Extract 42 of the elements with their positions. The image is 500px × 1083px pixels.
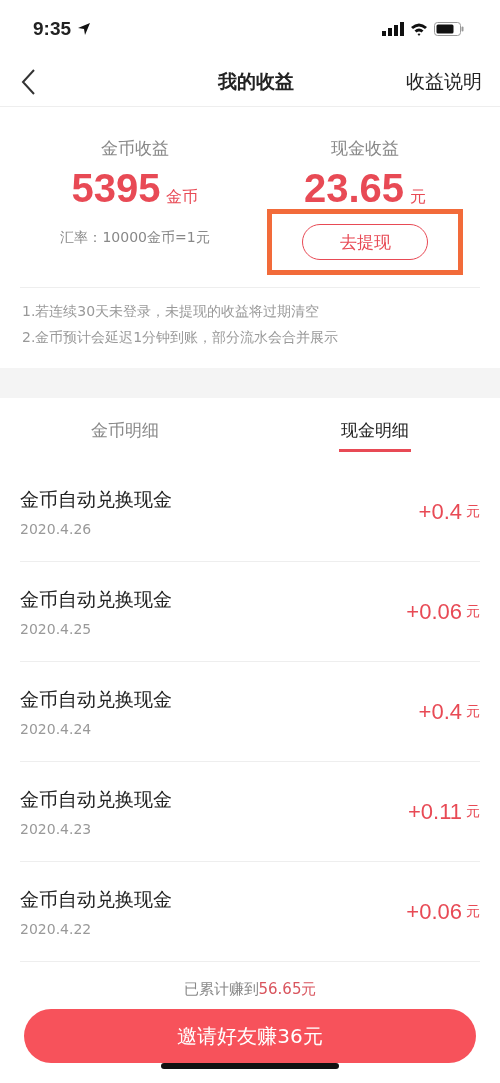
back-icon[interactable] bbox=[20, 68, 36, 96]
transaction-date: 2020.4.23 bbox=[20, 820, 93, 837]
signal-icon bbox=[382, 22, 404, 36]
earnings-unit: 金币 bbox=[166, 187, 199, 208]
transaction-unit: 元 bbox=[466, 802, 480, 821]
notice-text: 1.若连续30天未登录，未提现的收益将过期清空 bbox=[22, 302, 321, 321]
transaction-date: 2020.4.26 bbox=[20, 520, 93, 537]
tab[interactable]: 金币明细 bbox=[89, 412, 161, 452]
transaction-unit: 元 bbox=[466, 902, 480, 921]
earnings-label: 金币收益 bbox=[101, 137, 169, 160]
transaction-title: 金币自动兑换现金 bbox=[20, 886, 173, 912]
transaction-amount: +0.06 bbox=[406, 898, 462, 925]
tab[interactable]: 现金明细 bbox=[339, 412, 411, 452]
location-arrow-icon bbox=[77, 22, 92, 36]
earnings-label: 现金收益 bbox=[331, 137, 399, 160]
withdraw-button[interactable]: 去提现 bbox=[302, 224, 428, 260]
transaction-title: 金币自动兑换现金 bbox=[20, 486, 173, 512]
transaction-date: 2020.4.25 bbox=[20, 620, 93, 637]
exchange-rate: 汇率：10000金币=1元 bbox=[60, 229, 210, 247]
total-earned-text: 已累计赚到56.65元 bbox=[183, 980, 317, 999]
earnings-info-link[interactable]: 收益说明 bbox=[406, 69, 482, 95]
earnings-amount: 23.65 bbox=[303, 166, 405, 211]
transaction-unit: 元 bbox=[466, 602, 480, 621]
status-time: 9:35 bbox=[33, 18, 72, 40]
notice-text: 2.金币预计会延迟1分钟到账，部分流水会合并展示 bbox=[22, 328, 340, 347]
transaction-date: 2020.4.24 bbox=[20, 720, 93, 737]
transaction-title: 金币自动兑换现金 bbox=[20, 786, 173, 812]
transaction-amount: +0.11 bbox=[407, 798, 462, 825]
transaction-title: 金币自动兑换现金 bbox=[20, 586, 173, 612]
page-title: 我的收益 bbox=[218, 69, 294, 94]
transaction-amount: +0.4 bbox=[418, 698, 462, 725]
transaction-title: 金币自动兑换现金 bbox=[20, 686, 173, 712]
transaction-amount: +0.4 bbox=[418, 498, 462, 525]
transaction-amount: +0.06 bbox=[406, 598, 462, 625]
invite-friends-button[interactable]: 邀请好友赚36元 bbox=[24, 1009, 476, 1063]
transaction-unit: 元 bbox=[466, 502, 480, 521]
wifi-icon bbox=[410, 22, 428, 36]
transaction-date: 2020.4.22 bbox=[20, 920, 93, 937]
earnings-unit: 元 bbox=[410, 187, 427, 208]
earnings-amount: 5395 bbox=[71, 166, 161, 211]
battery-icon bbox=[434, 22, 464, 36]
transaction-unit: 元 bbox=[466, 702, 480, 721]
